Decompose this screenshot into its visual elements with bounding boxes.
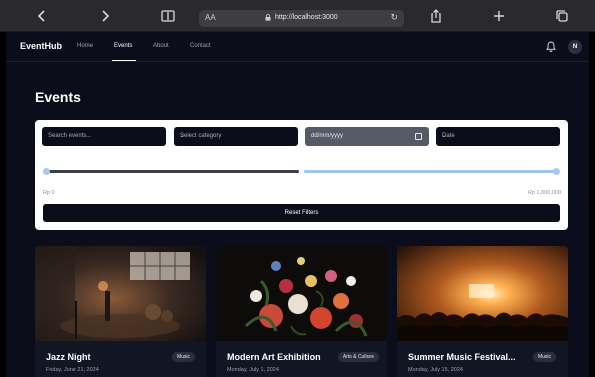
forward-icon[interactable]	[97, 8, 113, 24]
date-placeholder: dd/mm/yyyy	[311, 133, 344, 139]
event-date: Monday, July 1, 2024	[227, 367, 279, 373]
logo[interactable]: EventHub	[20, 41, 62, 51]
active-nav-indicator	[112, 60, 136, 61]
price-range-fill[interactable]	[304, 170, 558, 173]
search-placeholder: Search events...	[48, 133, 92, 139]
price-min-handle[interactable]	[43, 168, 50, 175]
event-card[interactable]: Modern Art Exhibition Arts & Culture Mon…	[216, 246, 387, 377]
nav-link-home[interactable]: Home	[77, 43, 93, 49]
event-date: Monday, July 15, 2024	[408, 367, 463, 373]
price-min-label: Rp 0	[43, 190, 55, 196]
bell-icon[interactable]	[546, 41, 556, 52]
filter-panel: Search events... Select category ⌄ dd/mm…	[35, 120, 568, 230]
lock-icon	[265, 14, 271, 21]
browser-toolbar: AA http://localhost:3000 ↻	[0, 0, 595, 32]
nav-link-events[interactable]: Events	[114, 43, 132, 49]
category-badge: Music	[171, 352, 195, 362]
reload-icon[interactable]: ↻	[390, 12, 398, 23]
category-badge: Music	[532, 352, 556, 362]
event-image-jazz	[35, 246, 206, 341]
sort-select[interactable]: Date ⌄	[436, 127, 560, 146]
page-title: Events	[35, 89, 81, 105]
search-input[interactable]: Search events...	[42, 127, 166, 146]
category-select[interactable]: Select category ⌄	[174, 127, 298, 146]
event-image-festival	[397, 246, 568, 341]
book-icon[interactable]	[160, 8, 176, 24]
event-title: Summer Music Festival...	[408, 352, 516, 362]
event-card[interactable]: Jazz Night Music Friday, June 21, 2024	[35, 246, 206, 377]
top-navbar: EventHub Home Events About Contact N	[6, 32, 589, 62]
nav-link-about[interactable]: About	[153, 43, 169, 49]
address-bar[interactable]: AA http://localhost:3000 ↻	[199, 10, 404, 27]
price-range-track[interactable]	[45, 170, 299, 173]
reset-filters-button[interactable]: Reset Filters	[43, 204, 560, 222]
share-icon[interactable]	[428, 8, 444, 24]
date-input[interactable]: dd/mm/yyyy	[305, 127, 429, 146]
category-badge: Arts & Culture	[337, 352, 379, 362]
event-date: Friday, June 21, 2024	[46, 367, 99, 373]
chevron-down-icon: ⌄	[180, 133, 186, 139]
back-icon[interactable]	[34, 8, 50, 24]
tabs-overview-icon[interactable]	[554, 8, 570, 24]
calendar-icon[interactable]	[415, 133, 422, 140]
event-title: Modern Art Exhibition	[227, 352, 321, 362]
event-card[interactable]: Summer Music Festival... Music Monday, J…	[397, 246, 568, 377]
avatar[interactable]: N	[568, 40, 582, 54]
reader-button[interactable]: AA	[205, 13, 216, 22]
event-image-art	[216, 246, 387, 341]
new-tab-icon[interactable]	[491, 8, 507, 24]
app-window: EventHub Home Events About Contact N Eve…	[6, 32, 589, 377]
chevron-down-icon: ⌄	[442, 133, 448, 139]
price-max-label: Rp 1,000,000	[527, 190, 561, 196]
url-text: http://localhost:3000	[275, 14, 338, 21]
event-title: Jazz Night	[46, 352, 91, 362]
nav-link-contact[interactable]: Contact	[190, 43, 211, 49]
price-max-handle[interactable]	[553, 168, 560, 175]
